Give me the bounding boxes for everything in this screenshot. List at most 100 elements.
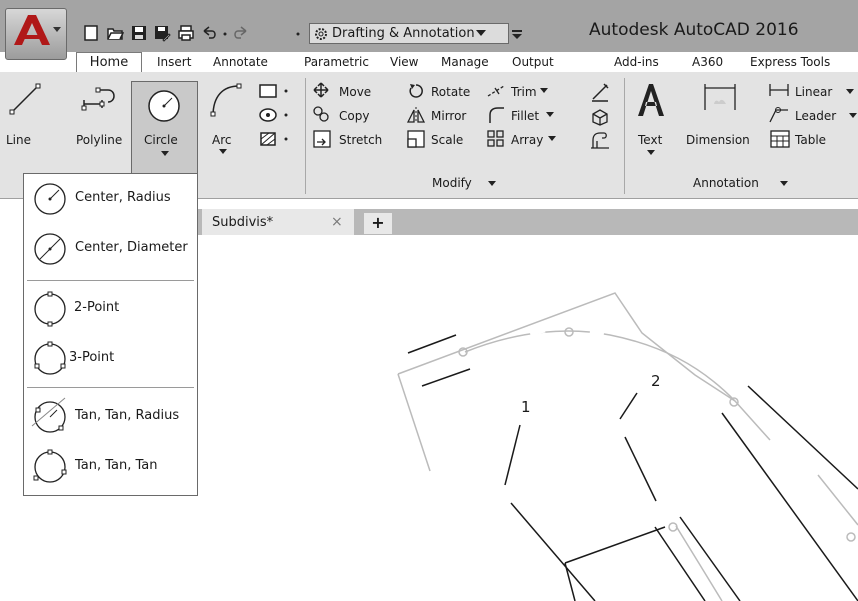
new-icon[interactable] — [82, 24, 100, 42]
table-button[interactable]: Table — [795, 133, 826, 147]
new-tab-button[interactable]: + — [364, 213, 392, 234]
undo-icon[interactable] — [200, 24, 218, 42]
array-icon[interactable] — [487, 130, 505, 148]
tab-manage[interactable]: Manage — [441, 52, 489, 72]
polyline-icon[interactable] — [80, 82, 120, 116]
hatch-icon[interactable] — [258, 106, 292, 124]
drawn-line — [421, 368, 471, 387]
mirror-button[interactable]: Mirror — [431, 109, 466, 123]
copy-icon[interactable] — [313, 106, 329, 122]
menu-item-center-diameter[interactable]: Center, Diameter — [24, 224, 197, 272]
construction-line-bottom — [675, 525, 723, 601]
linear-button[interactable]: Linear — [795, 85, 832, 99]
plot-icon[interactable] — [177, 24, 195, 42]
redo-dropdown-icon[interactable] — [292, 24, 306, 42]
stretch-icon[interactable] — [313, 130, 331, 148]
menu-divider — [27, 280, 194, 281]
erase-icon[interactable] — [590, 82, 610, 102]
leader-icon[interactable] — [768, 106, 790, 124]
arc-icon[interactable] — [209, 82, 243, 118]
three-point-icon — [34, 341, 66, 375]
chevron-down-icon[interactable] — [846, 89, 854, 95]
move-icon[interactable] — [313, 82, 329, 98]
chevron-down-icon — [161, 151, 169, 156]
dimension-button[interactable]: Dimension — [686, 133, 750, 147]
trim-icon[interactable] — [487, 82, 505, 100]
customize-qat-icon[interactable] — [510, 27, 524, 41]
chevron-down-icon[interactable] — [540, 88, 548, 94]
menu-item-tan-tan-radius[interactable]: Tan, Tan, Radius — [24, 392, 197, 440]
circle-button[interactable]: Circle — [131, 81, 198, 178]
mirror-icon[interactable] — [407, 106, 425, 124]
fit-point[interactable] — [564, 327, 574, 337]
tab-output[interactable]: Output — [512, 52, 554, 72]
menu-item-2-point[interactable]: 2-Point — [24, 284, 197, 332]
fillet-button[interactable]: Fillet — [511, 109, 539, 123]
line-icon[interactable] — [8, 82, 42, 116]
panel-expand-icon[interactable] — [780, 181, 788, 187]
callout-label-2: 2 — [651, 372, 661, 390]
tab-annotate[interactable]: Annotate — [213, 52, 268, 72]
tab-add-ins[interactable]: Add-ins — [614, 52, 659, 72]
save-as-icon[interactable] — [153, 24, 171, 42]
fit-point[interactable] — [846, 532, 856, 542]
rotate-icon[interactable] — [407, 82, 425, 100]
copy-button[interactable]: Copy — [339, 109, 369, 123]
redo-icon[interactable] — [232, 24, 250, 42]
scale-icon[interactable] — [407, 130, 425, 148]
center-diameter-icon — [34, 233, 66, 265]
arc-button[interactable]: Arc — [212, 133, 231, 147]
line-button[interactable]: Line — [6, 133, 31, 147]
rotate-button[interactable]: Rotate — [431, 85, 470, 99]
chevron-down-icon[interactable] — [546, 112, 554, 118]
spline-tail — [734, 400, 771, 441]
application-menu-button[interactable] — [5, 8, 67, 60]
gear-icon — [315, 28, 327, 40]
trim-button[interactable]: Trim — [511, 85, 537, 99]
drawn-line — [679, 516, 741, 601]
annotation-panel-title[interactable]: Annotation — [693, 176, 759, 190]
menu-item-label: Center, Radius — [75, 190, 171, 205]
fillet-icon[interactable] — [487, 106, 505, 124]
modify-panel-title[interactable]: Modify — [432, 176, 472, 190]
close-tab-button[interactable]: × — [331, 214, 343, 230]
linear-dimension-icon[interactable] — [768, 82, 790, 98]
panel-expand-icon[interactable] — [488, 181, 496, 187]
menu-item-3-point[interactable]: 3-Point — [24, 334, 197, 382]
workspace-dropdown[interactable]: Drafting & Annotation — [309, 23, 509, 44]
drawn-line — [510, 502, 596, 601]
text-icon[interactable] — [636, 82, 666, 118]
panel-divider — [305, 78, 306, 194]
table-icon[interactable] — [770, 130, 790, 148]
chevron-down-icon[interactable] — [548, 136, 556, 142]
leader-line-1 — [504, 424, 521, 486]
move-button[interactable]: Move — [339, 85, 371, 99]
polyline-button[interactable]: Polyline — [76, 133, 122, 147]
scale-button[interactable]: Scale — [431, 133, 463, 147]
stretch-button[interactable]: Stretch — [339, 133, 382, 147]
offset-icon[interactable] — [590, 130, 610, 150]
menu-item-tan-tan-tan[interactable]: Tan, Tan, Tan — [24, 442, 197, 490]
tab-express-tools[interactable]: Express Tools — [750, 52, 830, 72]
leader-button[interactable]: Leader — [795, 109, 836, 123]
tab-a360[interactable]: A360 — [692, 52, 723, 72]
open-icon[interactable] — [106, 24, 124, 42]
tab-home[interactable]: Home — [76, 52, 142, 72]
explode-icon[interactable] — [590, 106, 610, 126]
chevron-down-icon[interactable] — [849, 113, 857, 119]
dimension-icon[interactable] — [702, 80, 738, 116]
rectangle-icon[interactable] — [258, 82, 292, 100]
construction-polyline — [397, 292, 736, 402]
undo-dropdown-icon[interactable] — [220, 24, 230, 42]
drawn-line — [407, 334, 457, 354]
menu-item-label: 2-Point — [74, 300, 120, 315]
gradient-icon[interactable] — [258, 130, 292, 148]
text-button[interactable]: Text — [638, 133, 662, 147]
tab-view[interactable]: View — [390, 52, 418, 72]
array-button[interactable]: Array — [511, 133, 543, 147]
save-icon[interactable] — [130, 24, 148, 42]
tab-insert[interactable]: Insert — [157, 52, 191, 72]
menu-item-center-radius[interactable]: Center, Radius — [24, 174, 197, 222]
tab-parametric[interactable]: Parametric — [304, 52, 369, 72]
construction-line — [397, 373, 431, 472]
